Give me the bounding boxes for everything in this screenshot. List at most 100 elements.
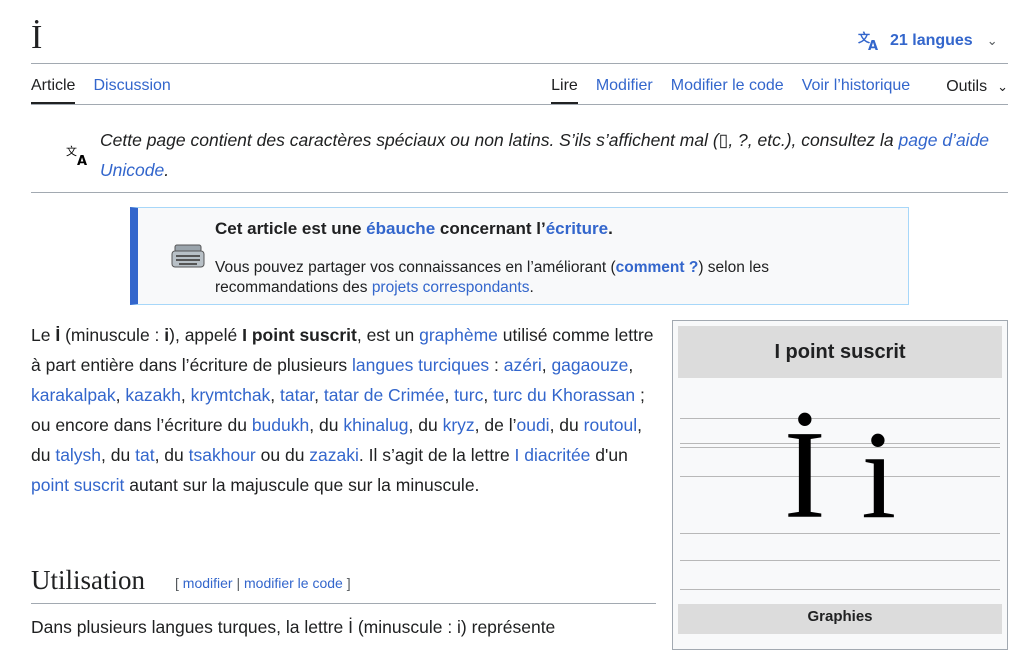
- tab-read[interactable]: Lire: [551, 76, 578, 104]
- text: , du: [154, 445, 189, 465]
- infobox-title: I point suscrit: [678, 326, 1002, 378]
- view-tabs: Lire Modifier Modifier le code Voir l’hi…: [533, 76, 1008, 104]
- text: ,: [115, 385, 126, 405]
- text: ,: [180, 385, 191, 405]
- tools-label: Outils: [946, 78, 988, 95]
- translate-icon: 文 A: [66, 144, 87, 166]
- link-kryz[interactable]: kryz: [443, 415, 475, 435]
- text: , du: [408, 415, 443, 435]
- text: , du: [309, 415, 344, 435]
- link-grapheme[interactable]: graphème: [419, 325, 498, 345]
- link-kazakh[interactable]: kazakh: [125, 385, 180, 405]
- link-tatar-de-crimee[interactable]: tatar de Crimée: [324, 385, 445, 405]
- link-azeri[interactable]: azéri: [504, 355, 542, 375]
- text: ,: [444, 385, 455, 405]
- stub-text: .: [608, 219, 613, 238]
- link-budukh[interactable]: budukh: [252, 415, 309, 435]
- text: , du: [101, 445, 136, 465]
- notice-text: Cette page contient des caractères spéci…: [100, 130, 719, 150]
- letter-name: I point suscrit: [242, 325, 357, 345]
- text: :: [489, 355, 504, 375]
- page-title: İ: [31, 19, 43, 56]
- tools-menu[interactable]: Outils ⌄: [928, 76, 1008, 104]
- link-tat[interactable]: tat: [135, 445, 154, 465]
- text: ,: [628, 355, 634, 375]
- link-point-suscrit[interactable]: point suscrit: [31, 475, 124, 495]
- link-turc-du-khorassan[interactable]: turc du Khorassan: [493, 385, 635, 405]
- projects-link[interactable]: projets correspondants: [372, 279, 530, 296]
- text: . Il s’agit de la lettre: [358, 445, 515, 465]
- infobox-section-header: Graphies: [678, 604, 1002, 634]
- tab-article[interactable]: Article: [31, 76, 76, 104]
- text: , de l’: [474, 415, 517, 435]
- section-edit-links: [ modifier | modifier le code ]: [175, 575, 351, 591]
- writing-link[interactable]: écriture: [546, 219, 608, 238]
- title-divider: [31, 63, 1008, 64]
- how-link[interactable]: comment ?: [616, 259, 699, 276]
- section-edit-source-link[interactable]: modifier le code: [244, 575, 343, 591]
- link-i-diacritee[interactable]: I diacritée: [515, 445, 591, 465]
- notice-divider: [31, 192, 1008, 193]
- tab-discussion[interactable]: Discussion: [93, 76, 170, 104]
- stub-text: Cet article est une: [215, 219, 367, 238]
- languages-button[interactable]: 文 A 21 langues ⌄: [858, 28, 998, 54]
- link-talysh[interactable]: talysh: [55, 445, 101, 465]
- unicode-notice: Cette page contient des caractères spéci…: [100, 125, 1000, 185]
- text: ,: [541, 355, 552, 375]
- link-tsakhour[interactable]: tsakhour: [189, 445, 256, 465]
- stub-text: Vous pouvez partager vos connaissances e…: [215, 259, 616, 276]
- replacement-box: ▯: [718, 130, 729, 150]
- tab-edit-source[interactable]: Modifier le code: [671, 76, 784, 104]
- paragraph-text: Dans plusieurs langues turques, la lettr…: [31, 617, 556, 637]
- text: ou du: [255, 445, 310, 465]
- tab-edit[interactable]: Modifier: [596, 76, 653, 104]
- stub-text: concernant l’: [435, 219, 546, 238]
- text: , est un: [356, 325, 420, 345]
- link-routoul[interactable]: routoul: [584, 415, 638, 435]
- guide-line: [680, 589, 1000, 590]
- text: ,: [483, 385, 494, 405]
- stub-link[interactable]: ébauche: [366, 219, 435, 238]
- bracket: [: [175, 575, 183, 591]
- text: ), appelé: [169, 325, 243, 345]
- svg-text:文: 文: [66, 144, 77, 158]
- link-krymtchak[interactable]: krymtchak: [191, 385, 271, 405]
- link-karakalpak[interactable]: karakalpak: [31, 385, 116, 405]
- heading-divider: [31, 603, 656, 604]
- tab-history[interactable]: Voir l’historique: [802, 76, 911, 104]
- svg-text:A: A: [868, 39, 878, 52]
- section-heading: Utilisation: [31, 565, 145, 595]
- languages-label: 21 langues: [890, 32, 973, 49]
- infobox: I point suscrit İ i Graphies: [672, 320, 1008, 650]
- text: autant sur la majuscule que sur la minus…: [124, 475, 480, 495]
- lead-paragraph: Le İ (minuscule : i), appelé I point sus…: [31, 320, 661, 500]
- link-langues-turciques[interactable]: langues turciques: [352, 355, 489, 375]
- text: Le: [31, 325, 56, 345]
- section-edit-link[interactable]: modifier: [183, 575, 233, 591]
- text: d'un: [590, 445, 628, 465]
- typewriter-icon: [171, 244, 205, 268]
- svg-text:A: A: [77, 154, 87, 166]
- text: (minuscule :: [60, 325, 165, 345]
- tabs-divider: [31, 104, 1008, 105]
- chevron-down-icon: ⌄: [997, 79, 1008, 94]
- separator: |: [232, 575, 244, 591]
- chevron-down-icon: ⌄: [986, 33, 998, 48]
- namespace-tabs: Article Discussion: [31, 76, 189, 104]
- link-oudi[interactable]: oudi: [516, 415, 549, 435]
- letter-glyphs: İ i: [783, 406, 899, 545]
- link-zazaki[interactable]: zazaki: [309, 445, 359, 465]
- stub-notice: Cet article est une ébauche concernant l…: [130, 207, 909, 305]
- guide-line: [680, 560, 1000, 561]
- stub-text: .: [529, 279, 534, 296]
- text: ,: [270, 385, 281, 405]
- notice-text: .: [164, 160, 170, 180]
- stub-title: Cet article est une ébauche concernant l…: [215, 218, 613, 240]
- link-tatar[interactable]: tatar: [280, 385, 314, 405]
- link-turc[interactable]: turc: [454, 385, 483, 405]
- link-gagaouze[interactable]: gagaouze: [551, 355, 628, 375]
- text: , du: [549, 415, 584, 435]
- stub-body: Vous pouvez partager vos connaissances e…: [215, 258, 855, 298]
- translate-icon: 文 A: [858, 30, 878, 52]
- link-khinalug[interactable]: khinalug: [343, 415, 408, 435]
